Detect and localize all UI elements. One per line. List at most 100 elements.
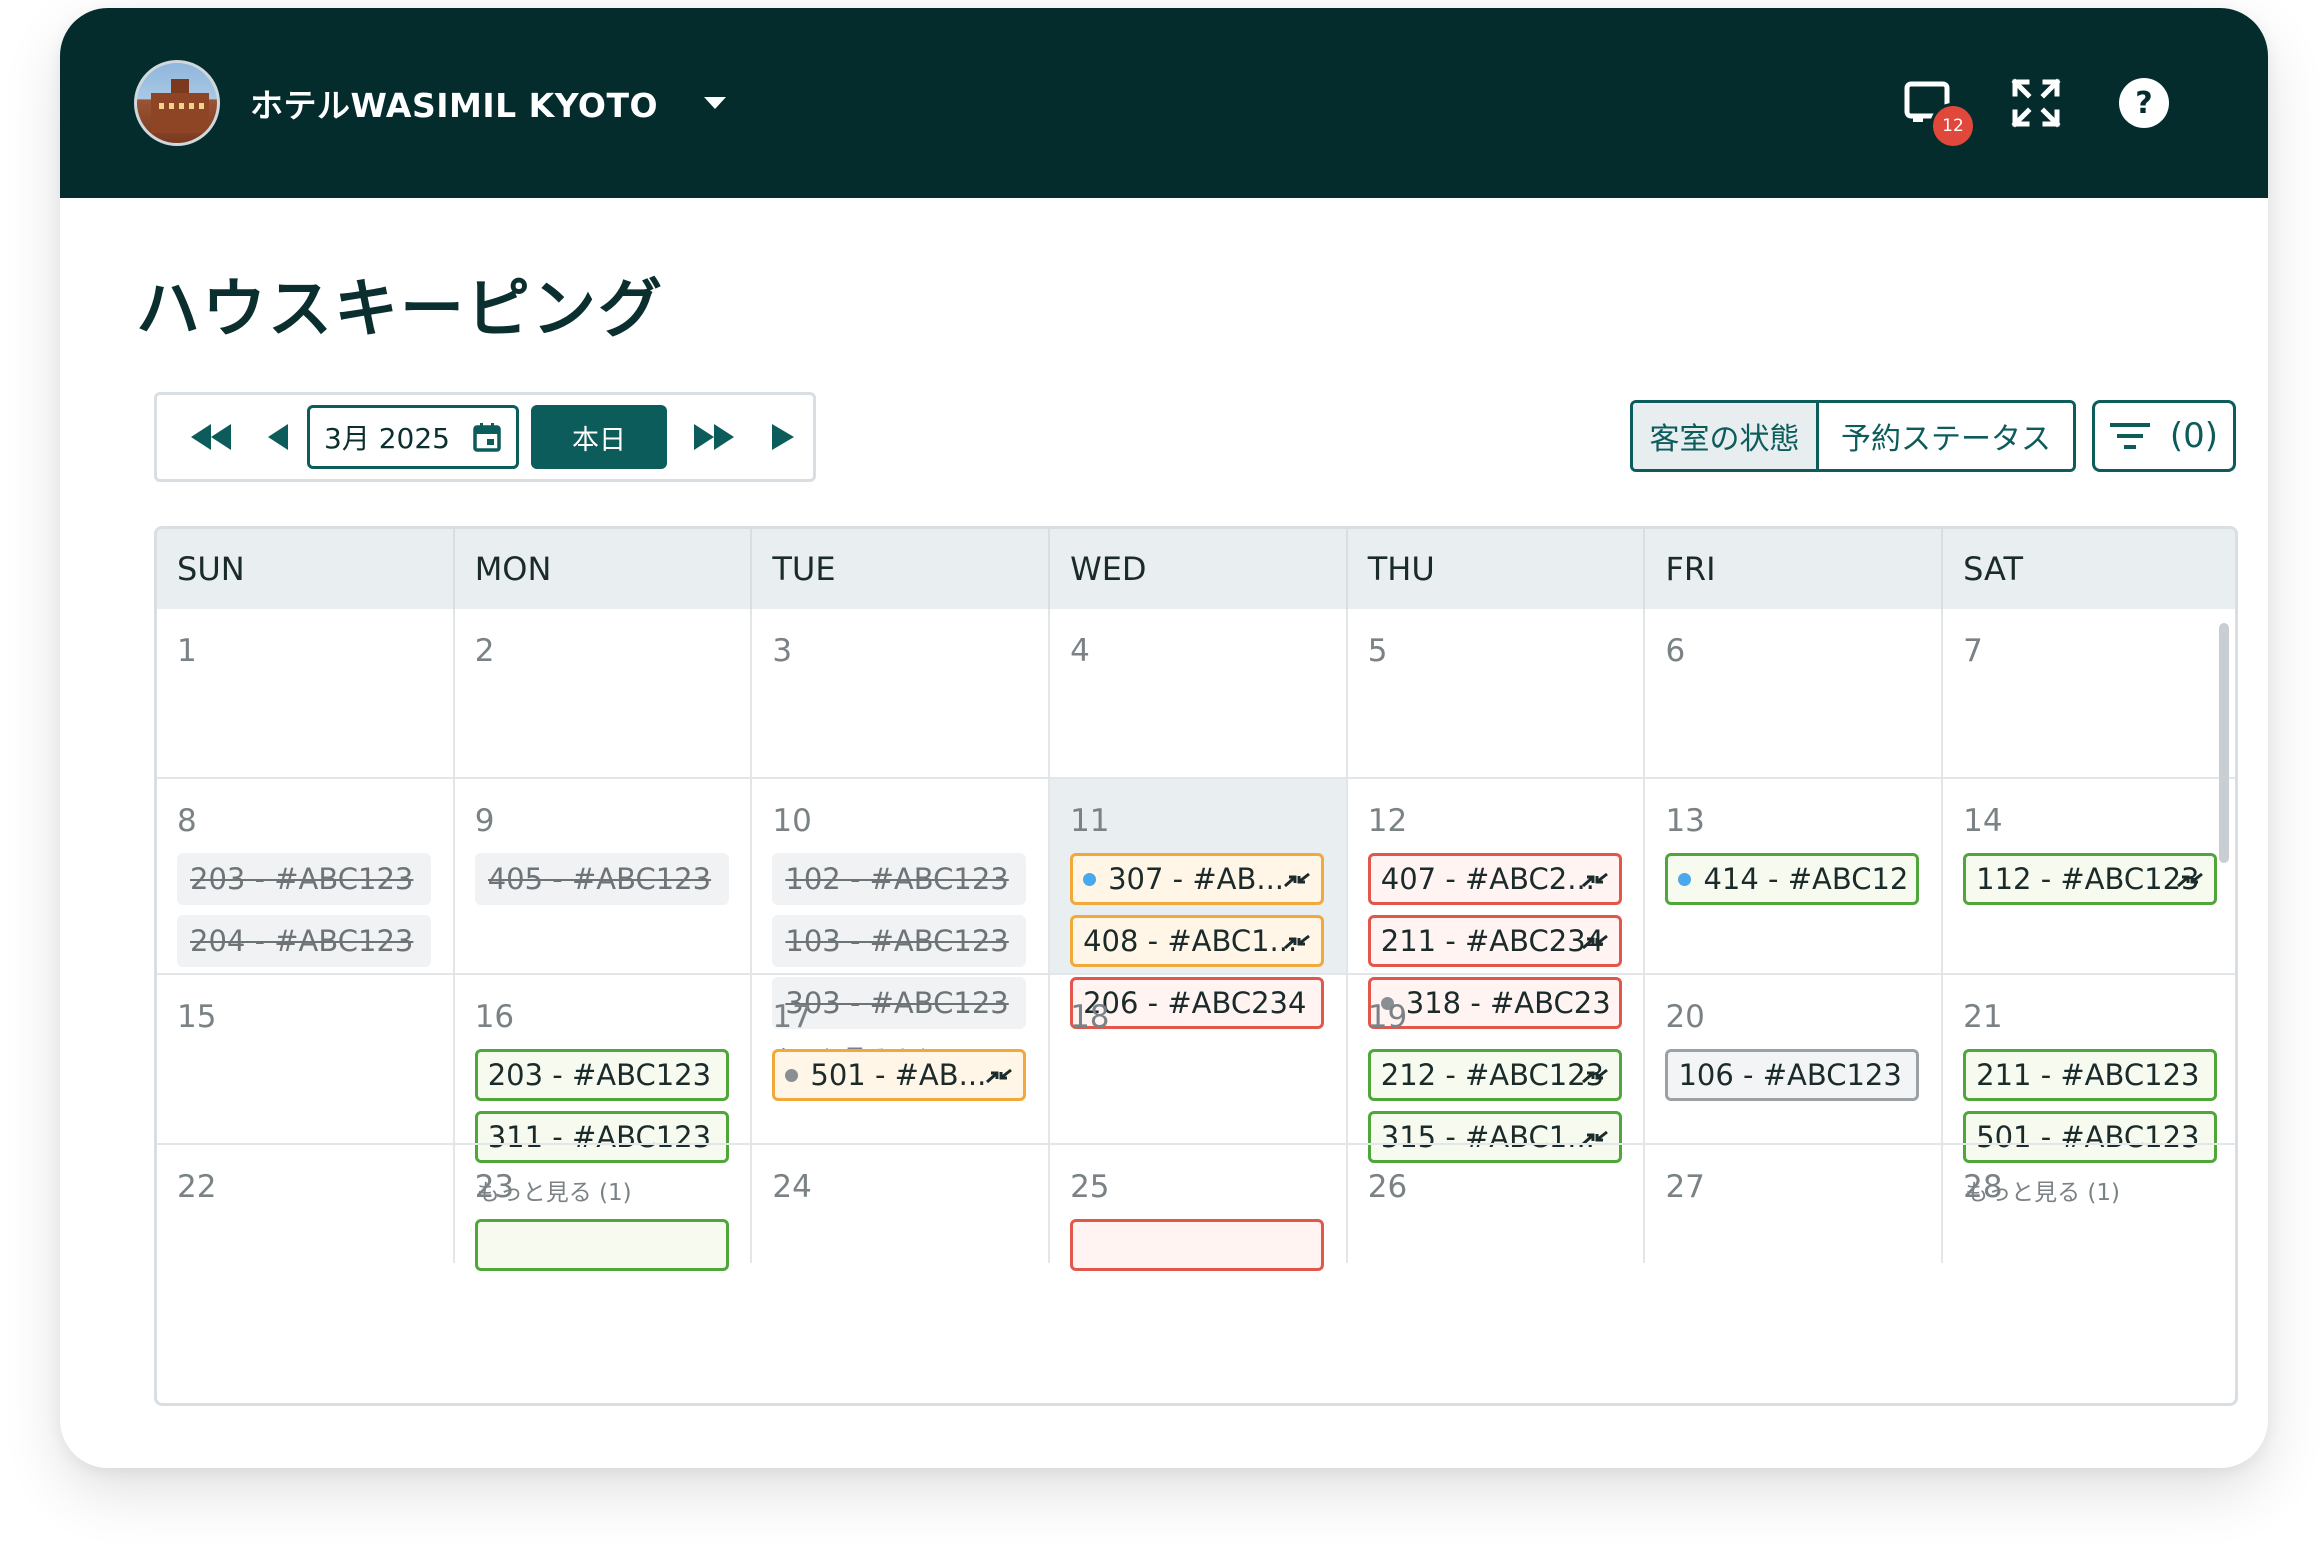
calendar-day[interactable]: 23 (455, 1145, 753, 1271)
event-label: 307 - #AB... (1108, 862, 1285, 896)
housekeeping-event[interactable] (1070, 1219, 1325, 1271)
calendar-day[interactable]: 9 405 - #ABC123 (455, 779, 753, 973)
day-number: 9 (474, 803, 495, 839)
housekeeping-event[interactable]: 501 - #AB... (772, 1049, 1027, 1101)
tab-reservation-status[interactable]: 予約ステータス (1819, 403, 2073, 469)
calendar-day[interactable]: 25 (1050, 1145, 1348, 1271)
calendar-day[interactable]: 18 (1050, 975, 1348, 1143)
chevron-down-icon[interactable] (704, 97, 727, 109)
day-number: 20 (1665, 999, 1705, 1035)
weekday-wed: WED (1050, 529, 1348, 609)
calendar-week: 15 16 203 - #ABC123 311 - #ABC123 もっと見る (1) 1… (157, 973, 2235, 1206)
housekeeping-event[interactable]: 408 - #ABC1... (1070, 915, 1325, 967)
day-number: 16 (474, 999, 515, 1035)
monitor-notification-icon[interactable]: 12 (1900, 75, 1976, 149)
weekday-fri: FRI (1645, 529, 1944, 609)
scrollbar-thumb[interactable] (2219, 623, 2229, 863)
housekeeping-event[interactable]: 211 - #ABC234 (1367, 915, 1622, 967)
calendar-day[interactable]: 28 (1943, 1145, 2235, 1263)
status-dot-icon (1678, 872, 1692, 886)
weekday-sun: SUN (157, 529, 455, 609)
housekeeping-event[interactable]: 212 - #ABC123 (1367, 1049, 1622, 1101)
hotel-avatar[interactable] (134, 60, 220, 146)
housekeeping-event[interactable]: 203 - #ABC123 (474, 1049, 729, 1101)
prev-year-button[interactable] (171, 407, 251, 467)
prev-month-button[interactable] (251, 407, 303, 467)
calendar-week: 8 203 - #ABC123 204 - #ABC123 9 405 - #ABC12… (157, 777, 2235, 1072)
calendar-day[interactable]: 20 106 - #ABC123 (1645, 975, 1944, 1143)
filter-button[interactable]: (0) (2092, 400, 2236, 472)
housekeeping-event[interactable]: 106 - #ABC123 (1665, 1049, 1920, 1101)
calendar-day[interactable]: 5 (1348, 609, 1646, 777)
housekeeping-event[interactable]: 103 - #ABC123 (772, 915, 1027, 967)
expand-icon[interactable] (2008, 75, 2064, 131)
tab-room-status[interactable]: 客室の状態 (1633, 403, 1819, 469)
calendar-day[interactable]: 24 (752, 1145, 1051, 1263)
housekeeping-event[interactable]: 204 - #ABC123 (177, 915, 431, 967)
help-icon[interactable]: ? (2116, 75, 2172, 131)
event-label: 112 - #ABC123 (1976, 862, 2200, 896)
housekeeping-event[interactable]: 414 - #ABC123 (1665, 853, 1920, 905)
housekeeping-event[interactable]: 203 - #ABC123 (177, 853, 431, 905)
calendar-day[interactable]: 26 (1348, 1145, 1646, 1263)
calendar-day[interactable]: 10 102 - #ABC123 103 - #ABC123 303 - #ABC12… (752, 779, 1051, 1072)
event-label: 212 - #ABC123 (1380, 1058, 1605, 1092)
housekeeping-event[interactable] (474, 1219, 729, 1271)
day-number: 13 (1665, 803, 1705, 839)
housekeeping-event[interactable]: 112 - #ABC123 (1963, 853, 2218, 905)
event-label: 103 - #ABC123 (785, 924, 1009, 958)
day-number: 26 (1367, 1169, 1408, 1205)
filter-count: (0) (2169, 416, 2219, 456)
calendar-day[interactable]: 1 (157, 609, 455, 777)
calendar-day[interactable]: 15 (157, 975, 455, 1143)
day-number: 1 (177, 633, 197, 669)
weekday-thu: THU (1348, 529, 1646, 609)
next-year-button[interactable] (675, 407, 753, 467)
calendar-day[interactable]: 6 (1645, 609, 1944, 777)
calendar-day[interactable]: 8 203 - #ABC123 204 - #ABC123 (157, 779, 455, 973)
svg-text:?: ? (2135, 86, 2152, 121)
housekeeping-event[interactable]: 405 - #ABC123 (474, 853, 729, 905)
day-number: 15 (177, 999, 217, 1035)
day-number: 8 (177, 803, 197, 839)
calendar-day[interactable]: 21 211 - #ABC123 501 - #ABC123 もっと見る (1) (1943, 975, 2235, 1206)
event-label: 102 - #ABC123 (785, 862, 1009, 896)
calendar-day[interactable]: 3 (752, 609, 1051, 777)
next-month-button[interactable] (753, 407, 813, 467)
month-picker[interactable]: 3月 2025 (307, 405, 519, 469)
view-toggle: 客室の状態 予約ステータス (1630, 400, 2076, 472)
calendar-day[interactable]: 12 407 - #ABC2... 211 - #ABC234 318 - #ABC2… (1348, 779, 1646, 1029)
housekeeping-event[interactable]: 407 - #ABC2... (1367, 853, 1622, 905)
housekeeping-event[interactable]: 211 - #ABC123 (1963, 1049, 2218, 1101)
day-number: 23 (474, 1169, 515, 1205)
event-label: 408 - #ABC1... (1083, 924, 1298, 958)
calendar-day[interactable]: 2 (455, 609, 753, 777)
day-number: 4 (1070, 633, 1090, 669)
day-number: 6 (1665, 633, 1686, 669)
day-number: 5 (1367, 633, 1388, 669)
calendar-day[interactable]: 14 112 - #ABC123 (1943, 779, 2235, 973)
calendar-day[interactable]: 17 501 - #AB... (752, 975, 1051, 1143)
calendar-day[interactable]: 7 (1943, 609, 2235, 777)
calendar-day[interactable]: 19 212 - #ABC123 315 - #ABC1... (1348, 975, 1646, 1163)
hotel-name[interactable]: ホテルWASIMIL KYOTO (250, 79, 658, 127)
day-number: 22 (177, 1169, 217, 1205)
housekeeping-event[interactable]: 307 - #AB... (1070, 853, 1325, 905)
day-number: 21 (1963, 999, 2003, 1035)
event-label: 501 - #AB... (810, 1058, 987, 1092)
calendar-day-today[interactable]: 11 307 - #AB... 408 - #ABC1... 206 - #ABC23… (1050, 779, 1348, 1029)
today-button[interactable]: 本日 (531, 405, 667, 469)
calendar-day[interactable]: 27 (1645, 1145, 1944, 1263)
weekday-mon: MON (455, 529, 753, 609)
calendar-day[interactable]: 13 414 - #ABC123 (1645, 779, 1944, 973)
event-label: 204 - #ABC123 (190, 924, 414, 958)
calendar-day[interactable]: 4 (1050, 609, 1348, 777)
event-label: 407 - #ABC2... (1380, 862, 1595, 896)
event-label: 203 - #ABC123 (190, 862, 414, 896)
housekeeping-event[interactable]: 102 - #ABC123 (772, 853, 1027, 905)
day-number: 2 (474, 633, 495, 669)
calendar-day[interactable]: 22 (157, 1145, 455, 1263)
day-number: 27 (1665, 1169, 1705, 1205)
calendar-week: 22 23 24 25 26 27 28 (157, 1143, 2235, 1271)
calendar-day[interactable]: 16 203 - #ABC123 311 - #ABC123 もっと見る (1) (455, 975, 753, 1206)
